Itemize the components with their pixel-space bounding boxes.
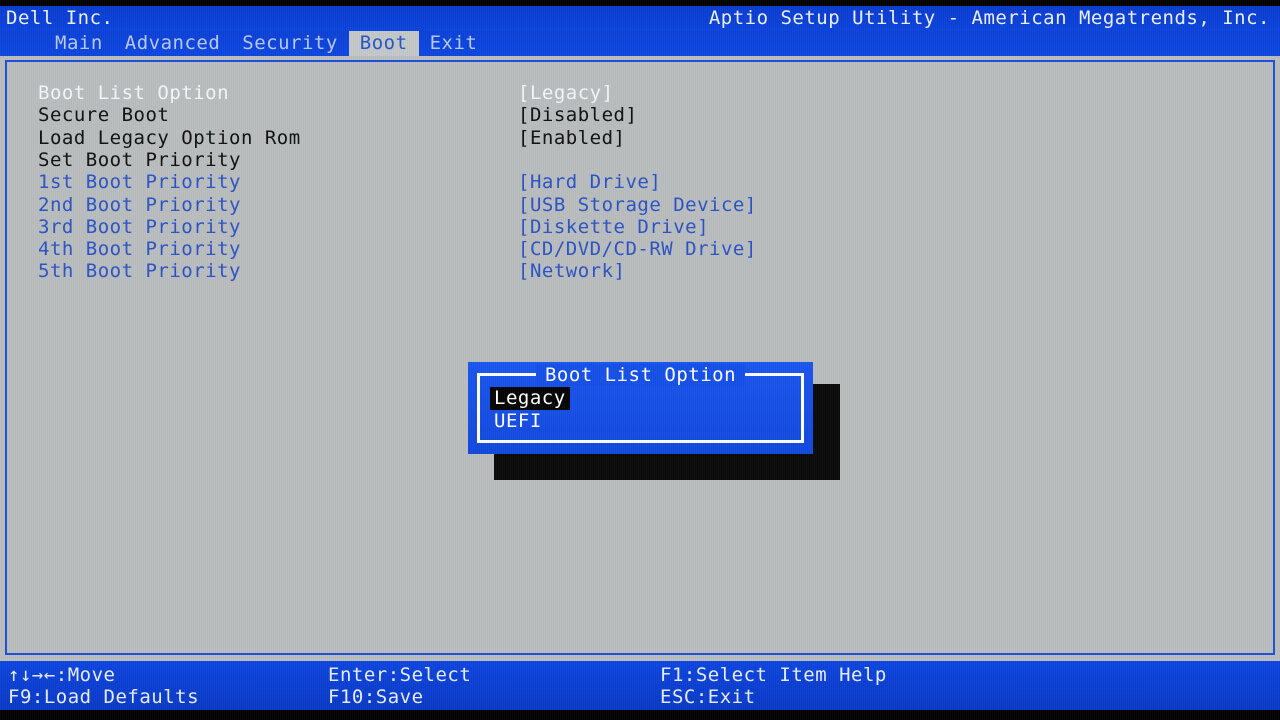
help-footer: ↑↓→←:Move Enter:Select F1:Select Item He… [0, 661, 1280, 710]
setting-value[interactable]: [USB Storage Device] [518, 194, 757, 216]
dialog-option-legacy[interactable]: Legacy [490, 387, 570, 410]
dialog-title-text: Boot List Option [535, 364, 746, 386]
menu-tab-bar: Main Advanced Security Boot Exit [0, 31, 1280, 56]
dialog-option-list: Legacy UEFI [490, 387, 790, 433]
setting-row[interactable]: 1st Boot Priority [Hard Drive] [7, 171, 1273, 193]
setting-row[interactable]: 2nd Boot Priority [USB Storage Device] [7, 194, 1273, 216]
utility-title: Aptio Setup Utility - American Megatrend… [708, 7, 1270, 29]
setting-row[interactable]: 3rd Boot Priority [Diskette Drive] [7, 216, 1273, 238]
help-save: F10:Save [328, 686, 424, 708]
dialog-option-row[interactable]: UEFI [490, 410, 790, 433]
setting-value[interactable]: [Hard Drive] [518, 171, 661, 193]
tab-security[interactable]: Security [231, 31, 349, 56]
bottom-letterbox [0, 710, 1280, 720]
dialog-title: Boot List Option [468, 364, 813, 386]
setting-value[interactable]: [Diskette Drive] [518, 216, 709, 238]
help-load-defaults: F9:Load Defaults [8, 686, 200, 708]
setting-row[interactable]: Boot List Option [Legacy] [7, 82, 1273, 104]
setting-row[interactable]: Set Boot Priority [7, 149, 1273, 171]
help-move: ↑↓→←:Move [8, 664, 116, 686]
boot-list-option-dialog: Boot List Option Legacy UEFI [468, 362, 813, 454]
help-select-item: F1:Select Item Help [660, 664, 887, 686]
setting-value[interactable]: [Disabled] [518, 104, 637, 126]
tab-exit[interactable]: Exit [419, 31, 489, 56]
setting-row[interactable]: 4th Boot Priority [CD/DVD/CD-RW Drive] [7, 238, 1273, 260]
setting-label: Load Legacy Option Rom [38, 126, 301, 149]
help-enter-select: Enter:Select [328, 664, 472, 686]
tab-advanced[interactable]: Advanced [114, 31, 232, 56]
setting-label: 1st Boot Priority [38, 171, 241, 194]
dialog-option-uefi[interactable]: UEFI [490, 410, 546, 433]
setting-label: 4th Boot Priority [38, 238, 241, 261]
setting-label: Set Boot Priority [38, 148, 241, 171]
setting-label: 5th Boot Priority [38, 260, 241, 283]
help-exit: ESC:Exit [660, 686, 756, 708]
setting-row[interactable]: Secure Boot [Disabled] [7, 104, 1273, 126]
title-bar: Dell Inc. Aptio Setup Utility - American… [0, 6, 1280, 31]
tab-main[interactable]: Main [44, 31, 114, 56]
settings-panel: Boot List Option [Legacy] Secure Boot [Disa… [5, 60, 1275, 655]
setting-value[interactable]: [Legacy] [518, 82, 614, 104]
setting-label: 3rd Boot Priority [38, 215, 241, 238]
menu-tabs: Main Advanced Security Boot Exit [44, 31, 488, 56]
setting-row[interactable]: Load Legacy Option Rom [Enabled] [7, 127, 1273, 149]
setting-value[interactable]: [Enabled] [518, 127, 625, 149]
setting-value[interactable]: [CD/DVD/CD-RW Drive] [518, 238, 757, 260]
setting-label: Boot List Option [38, 82, 230, 104]
setting-row[interactable]: 5th Boot Priority [Network] [7, 260, 1273, 282]
tab-boot[interactable]: Boot [348, 31, 419, 56]
settings-list: Boot List Option [Legacy] Secure Boot [Disa… [7, 62, 1273, 653]
setting-value[interactable]: [Network] [518, 260, 625, 282]
setting-label: 2nd Boot Priority [38, 193, 241, 216]
dialog-option-row[interactable]: Legacy [490, 387, 790, 410]
setting-label: Secure Boot [38, 104, 170, 127]
bios-setup-screen: Dell Inc. Aptio Setup Utility - American… [0, 0, 1280, 720]
vendor-name: Dell Inc. [6, 7, 114, 29]
